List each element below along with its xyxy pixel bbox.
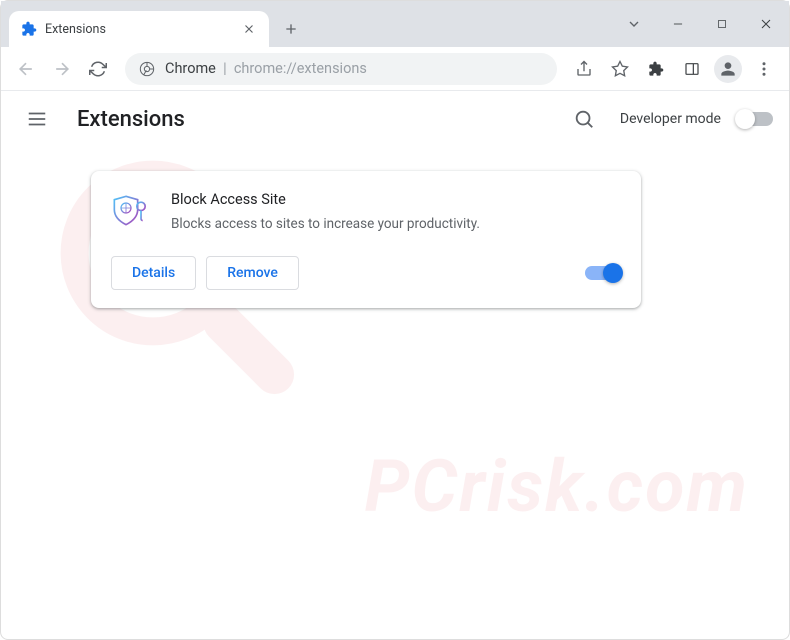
extension-enable-toggle[interactable] [585,266,621,280]
extension-name: Block Access Site [171,191,621,208]
share-icon[interactable] [569,54,599,84]
hamburger-menu-button[interactable] [17,99,57,139]
window-minimize-button[interactable] [663,9,693,39]
extension-icon-shield [111,193,151,233]
tab-title: Extensions [45,22,233,37]
nav-back-button[interactable] [11,54,41,84]
profile-avatar[interactable] [713,54,743,84]
extensions-puzzle-icon[interactable] [641,54,671,84]
page-header: Extensions Developer mode [1,91,789,147]
nav-forward-button[interactable] [47,54,77,84]
browser-menu-icon[interactable] [749,54,779,84]
watermark-text: PCrisk.com [364,444,749,529]
developer-mode-label: Developer mode [620,111,721,127]
chrome-logo-icon [139,61,155,77]
window-controls [619,9,781,39]
new-tab-button[interactable] [277,15,305,43]
window-maximize-button[interactable] [707,9,737,39]
bookmark-star-icon[interactable] [605,54,635,84]
browser-tab[interactable]: Extensions [9,11,269,47]
tab-favicon-extension-icon [21,21,37,37]
search-icon[interactable] [564,99,604,139]
window-close-button[interactable] [751,9,781,39]
tab-close-icon[interactable] [241,21,257,37]
browser-toolbar: Chrome | chrome://extensions [1,47,789,91]
extension-description: Blocks access to sites to increase your … [171,214,491,234]
extensions-list: Block Access Site Blocks access to sites… [1,147,789,332]
extension-card: Block Access Site Blocks access to sites… [91,171,641,308]
developer-mode-toggle[interactable] [737,112,773,126]
address-bar[interactable]: Chrome | chrome://extensions [125,53,557,85]
details-button[interactable]: Details [111,256,196,290]
window-dropdown-icon[interactable] [619,9,649,39]
page-title: Extensions [77,107,544,132]
browser-titlebar: Extensions [1,1,789,47]
nav-reload-button[interactable] [83,54,113,84]
side-panel-icon[interactable] [677,54,707,84]
remove-button[interactable]: Remove [206,256,299,290]
url-text: Chrome | chrome://extensions [165,60,367,77]
